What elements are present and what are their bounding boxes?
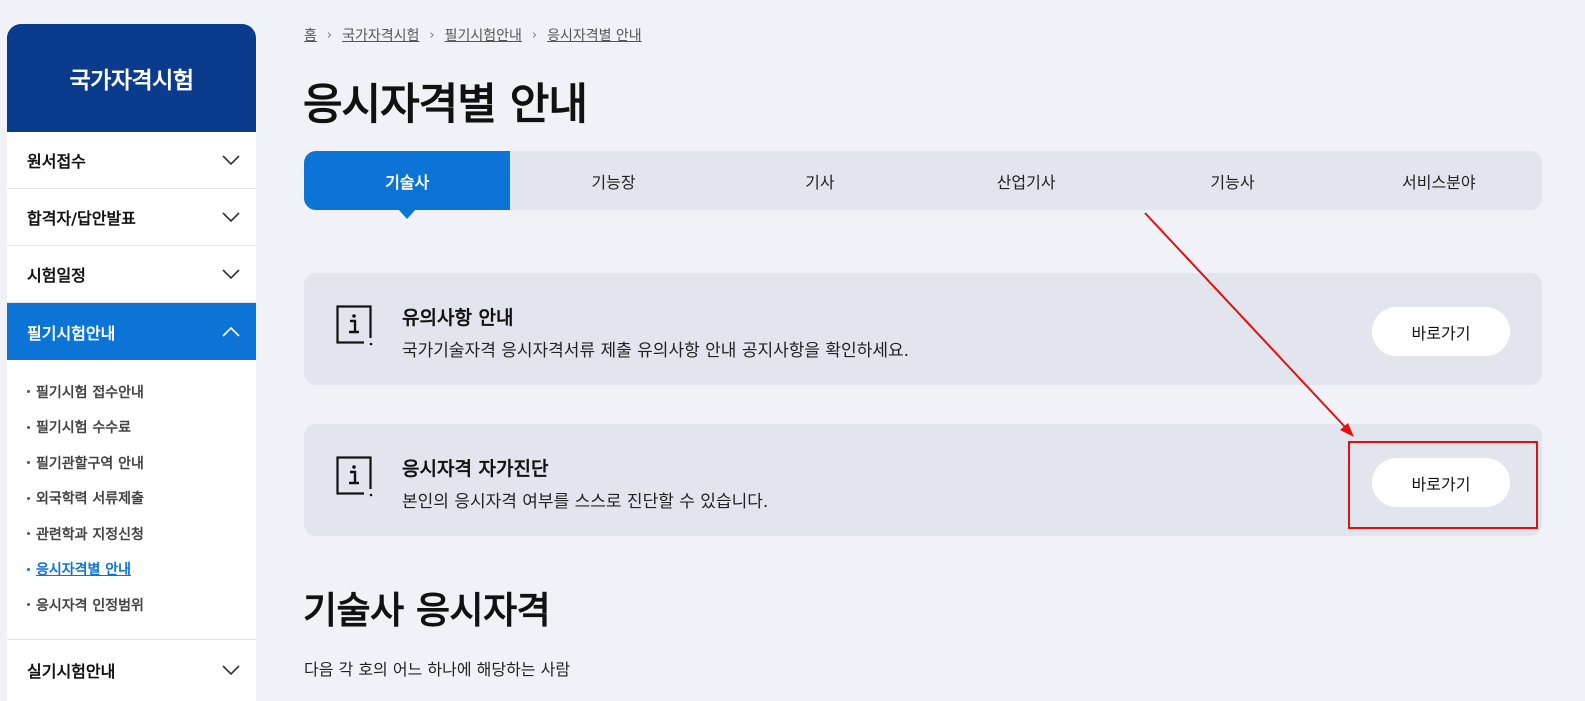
sidebar-item-label: 합격자/답안발표: [27, 209, 136, 228]
notice-text: 응시자격 자가진단 본인의 응시자격 여부를 스스로 진단할 수 있습니다.: [402, 454, 768, 512]
sidebar-title: 국가자격시험: [7, 24, 256, 132]
breadcrumb-home[interactable]: 홈: [304, 25, 317, 45]
submenu-item-label: 필기시험 수수료: [36, 420, 132, 437]
sidebar-item-written-exam[interactable]: 필기시험안내: [7, 303, 256, 360]
page-title: 응시자격별 안내: [303, 80, 588, 130]
submenu-item-label: 외국학력 서류제출: [36, 491, 144, 508]
breadcrumb-national-exam[interactable]: 국가자격시험: [342, 25, 419, 45]
breadcrumb-current[interactable]: 응시자격별 안내: [547, 25, 642, 45]
sidebar-item-results[interactable]: 합격자/답안발표: [7, 189, 256, 246]
sidebar-item-practical-exam[interactable]: 실기시험안내: [7, 640, 256, 700]
notice-title: 응시자격 자가진단: [402, 458, 549, 480]
section-description: 다음 각 호의 어느 하나에 해당하는 사람: [304, 660, 571, 679]
bullet-icon: [27, 461, 30, 465]
submenu-item-label: 응시자격별 안내: [36, 562, 132, 579]
bullet-icon: [27, 567, 30, 571]
sidebar: 국가자격시험 원서접수 합격자/답안발표 시험일정 필기시험안내 필기시험 접수…: [7, 24, 256, 701]
submenu-written-exam: 필기시험 접수안내 필기시험 수수료 필기관할구역 안내 외국학력 서류제출 관…: [7, 360, 256, 640]
bullet-icon: [27, 532, 30, 536]
breadcrumb-written-exam[interactable]: 필기시험안내: [445, 25, 522, 45]
submenu-item-current[interactable]: 응시자격별 안내: [27, 552, 256, 588]
sidebar-item-application[interactable]: 원서접수: [7, 132, 256, 189]
sidebar-item-label: 실기시험안내: [27, 661, 116, 681]
notice-description: 본인의 응시자격 여부를 스스로 진단할 수 있습니다.: [402, 492, 769, 512]
chevron-down-icon: [222, 661, 240, 679]
chevron-right-icon: ›: [326, 27, 333, 43]
sidebar-item-schedule[interactable]: 시험일정: [7, 246, 256, 303]
notice-title: 유의사항 안내: [402, 307, 514, 329]
tab-engineer[interactable]: 기사: [717, 151, 923, 210]
breadcrumb: 홈 › 국가자격시험 › 필기시험안내 › 응시자격별 안내: [304, 25, 642, 45]
submenu-item[interactable]: 외국학력 서류제출: [27, 481, 256, 517]
tab-industrial-engineer[interactable]: 산업기사: [923, 151, 1129, 210]
chevron-up-icon: [222, 323, 240, 341]
tab-master-craftsman[interactable]: 기능장: [510, 151, 716, 210]
tab-craftsman[interactable]: 기능사: [1129, 151, 1335, 210]
bullet-icon: [27, 603, 30, 607]
qualification-tabs: 기술사 기능장 기사 산업기사 기능사 서비스분야: [304, 151, 1542, 219]
submenu-item-label: 필기시험 접수안내: [36, 384, 144, 401]
notice-description: 국가기술자격 응시자격서류 제출 유의사항 안내 공지사항을 확인하세요.: [402, 341, 910, 361]
submenu-item[interactable]: 필기시험 접수안내: [27, 374, 256, 410]
chevron-down-icon: [222, 265, 240, 283]
tab-service[interactable]: 서비스분야: [1336, 151, 1542, 210]
submenu-item-label: 관련학과 지정신청: [36, 526, 144, 543]
submenu-item[interactable]: 필기시험 수수료: [27, 410, 256, 446]
info-icon: [336, 456, 374, 498]
chevron-down-icon: [222, 151, 240, 169]
submenu-item-label: 필기관할구역 안내: [36, 455, 144, 472]
info-icon: [336, 305, 374, 347]
bullet-icon: [27, 425, 30, 429]
sidebar-item-label: 필기시험안내: [27, 323, 116, 343]
sidebar-item-label: 시험일정: [27, 266, 86, 285]
notice-text: 유의사항 안내 국가기술자격 응시자격서류 제출 유의사항 안내 공지사항을 확…: [402, 303, 909, 361]
tab-professional-engineer[interactable]: 기술사: [304, 151, 511, 219]
submenu-item-label: 응시자격 인정범위: [36, 597, 144, 614]
chevron-down-icon: [222, 208, 240, 226]
submenu-item[interactable]: 응시자격 인정범위: [27, 587, 256, 623]
notice-card-precautions: 유의사항 안내 국가기술자격 응시자격서류 제출 유의사항 안내 공지사항을 확…: [304, 273, 1542, 385]
sidebar-item-label: 원서접수: [27, 152, 86, 171]
chevron-right-icon: ›: [429, 27, 435, 43]
bullet-icon: [27, 496, 30, 500]
section-title: 기술사 응시자격: [303, 589, 551, 632]
go-button-precautions[interactable]: 바로가기: [1372, 307, 1510, 356]
submenu-item[interactable]: 관련학과 지정신청: [27, 516, 256, 552]
submenu-item[interactable]: 필기관할구역 안내: [27, 445, 256, 481]
annotation-highlight-box: [1348, 441, 1538, 529]
chevron-right-icon: ›: [531, 27, 538, 43]
bullet-icon: [27, 390, 30, 394]
